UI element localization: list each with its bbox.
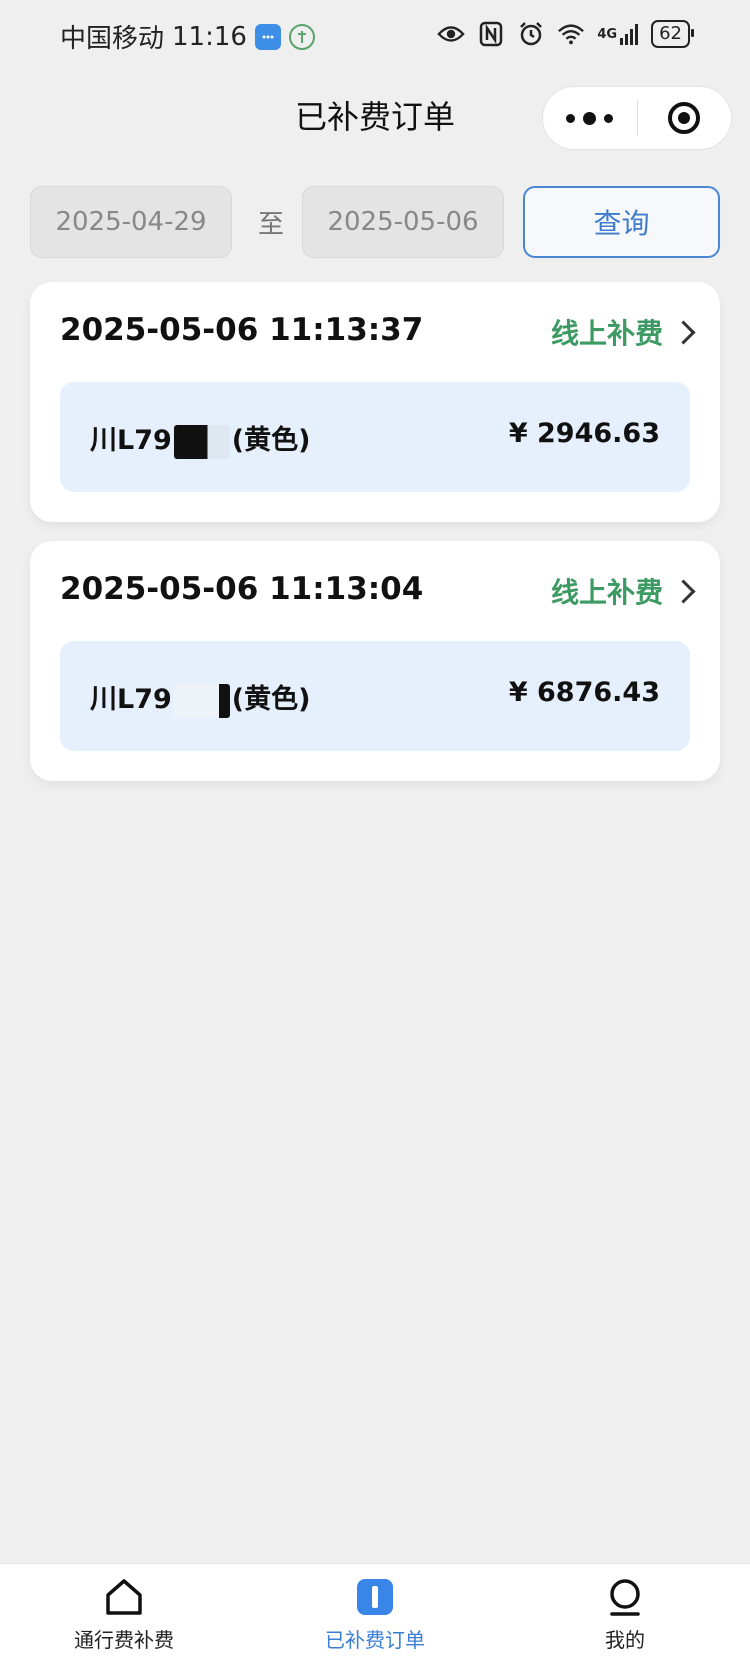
- plate-number: 川L79 (黄色): [90, 677, 310, 718]
- query-button[interactable]: 查询: [523, 186, 720, 258]
- more-dot-icon: [566, 113, 576, 123]
- alarm-icon: [517, 20, 545, 48]
- plate-number: 川L79 (黄色): [90, 418, 310, 459]
- order-detail-link[interactable]: 线上补费: [550, 571, 696, 611]
- message-app-icon: [254, 23, 281, 50]
- order-card[interactable]: 2025-05-06 11:13:04 线上补费 川L79 (黄色) ¥ 6876…: [30, 541, 720, 781]
- status-time: 11:16: [172, 21, 247, 52]
- tab-paid-orders[interactable]: 已补费订单: [275, 1564, 475, 1660]
- chevron-right-icon: [671, 578, 696, 604]
- tab-profile[interactable]: 我的: [525, 1564, 725, 1660]
- tab-label: 已补费订单: [325, 1628, 425, 1652]
- tab-label: 我的: [605, 1628, 645, 1652]
- carrier-name: 中国移动: [60, 24, 165, 54]
- order-icon: [354, 1576, 396, 1618]
- target-icon: [668, 102, 701, 134]
- order-time: 2025-05-06 11:13:04: [60, 571, 424, 607]
- battery-indicator: 62: [651, 20, 694, 48]
- plate-redaction: [173, 683, 230, 718]
- mini-program-capsule: [542, 86, 732, 150]
- home-icon: [103, 1576, 145, 1618]
- vehicle-info: 川L79 (黄色) ¥ 6876.43: [60, 641, 690, 751]
- signal-icon: 4G: [597, 20, 639, 48]
- chevron-right-icon: [671, 319, 696, 345]
- order-amount: ¥ 6876.43: [508, 677, 660, 708]
- plate-prefix: 川L79: [90, 425, 172, 456]
- order-type: 线上补费: [550, 576, 663, 609]
- status-bar: 中国移动 11:16 4G 62: [0, 0, 750, 72]
- eye-icon: [437, 20, 466, 48]
- profile-icon: [604, 1576, 646, 1618]
- status-left: 中国移动 11:16: [60, 18, 315, 55]
- nfc-icon: [477, 20, 505, 48]
- order-amount: ¥ 2946.63: [508, 418, 660, 449]
- order-card[interactable]: 2025-05-06 11:13:37 线上补费 川L79 (黄色) ¥ 2946…: [30, 282, 720, 522]
- plate-color: (黄色): [231, 425, 311, 456]
- app-notification-icon: [288, 23, 315, 50]
- network-type: 4G: [597, 26, 618, 42]
- order-time: 2025-05-06 11:13:37: [60, 312, 424, 348]
- start-date-picker[interactable]: 2025-04-29: [30, 186, 232, 258]
- plate-color: (黄色): [231, 684, 311, 715]
- date-filter: 2025-04-29 至 2025-05-06 查询: [30, 186, 720, 258]
- nav-bar: 已补费订单: [0, 78, 750, 154]
- date-separator: 至: [257, 210, 284, 240]
- plate-redaction: [173, 424, 230, 459]
- close-mini-program-button[interactable]: [638, 102, 732, 134]
- more-dot-icon: [604, 113, 614, 123]
- end-date-picker[interactable]: 2025-05-06: [302, 186, 504, 258]
- order-type: 线上补费: [550, 317, 663, 350]
- plate-prefix: 川L79: [90, 684, 172, 715]
- tab-label: 通行费补费: [74, 1628, 174, 1652]
- order-detail-link[interactable]: 线上补费: [550, 312, 696, 352]
- status-right: 4G 62: [437, 20, 694, 48]
- vehicle-info: 川L79 (黄色) ¥ 2946.63: [60, 382, 690, 492]
- more-button[interactable]: [543, 111, 637, 125]
- tab-bar: 通行费补费 已补费订单 我的: [0, 1563, 750, 1660]
- more-dot-icon: [583, 111, 597, 125]
- tab-toll-payment[interactable]: 通行费补费: [24, 1564, 224, 1660]
- wifi-icon: [557, 20, 585, 48]
